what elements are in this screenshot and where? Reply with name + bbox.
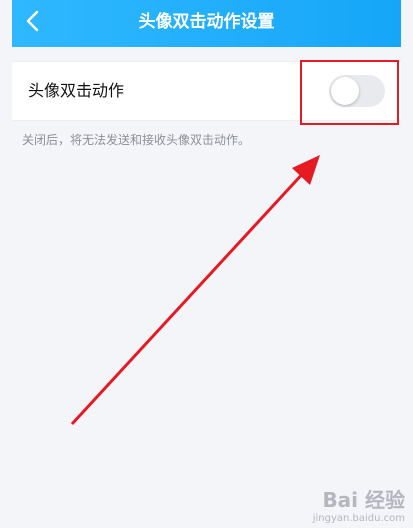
annotation-arrow xyxy=(70,155,320,426)
baidu-jingyan-watermark: Bai 经验 jingyan.baidu.com xyxy=(313,484,405,524)
watermark-logo: Bai 经验 xyxy=(322,488,405,512)
watermark-url: jingyan.baidu.com xyxy=(312,513,405,524)
